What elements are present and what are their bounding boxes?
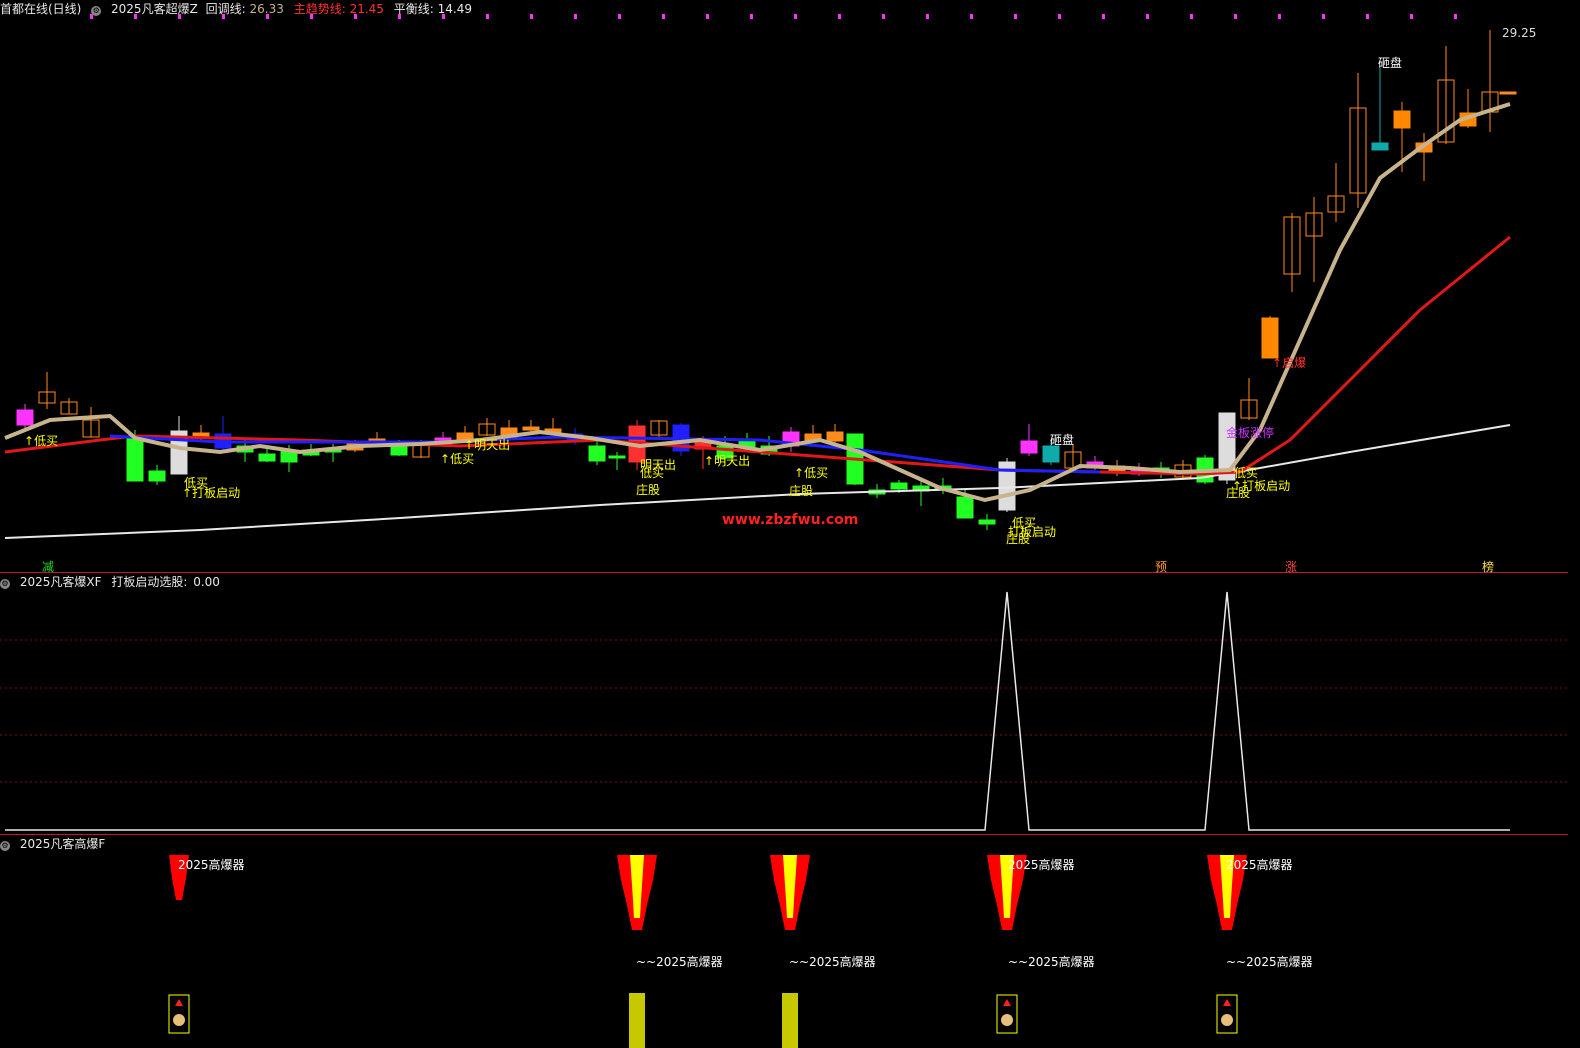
- top-tick-mark: [618, 14, 621, 19]
- signal-low-buy: ↑低买: [794, 466, 829, 480]
- high-burst-tilde-label: ~~2025高爆器: [1226, 955, 1313, 969]
- signal-launch: ↑启爆: [1272, 356, 1307, 370]
- top-tick-mark: [1410, 14, 1413, 19]
- signal-dealer: 庄股: [789, 484, 814, 498]
- top-tick-mark: [1146, 14, 1149, 19]
- candle-body: [258, 453, 276, 462]
- top-tick-mark: [926, 14, 929, 19]
- candle-body: [1042, 445, 1060, 463]
- red-arrow-icon: [1003, 999, 1011, 1006]
- yellow-bar: [629, 993, 645, 1048]
- high-burst-tilde-label: ~~2025高爆器: [636, 955, 723, 969]
- signal-sell-tomorrow: ↑明天出: [464, 438, 511, 452]
- top-tick-mark: [354, 14, 357, 19]
- candle-body: [588, 445, 606, 462]
- top-tick-mark: [574, 14, 577, 19]
- high-burst-tilde-label: ~~2025高爆器: [789, 955, 876, 969]
- top-tick-mark: [750, 14, 753, 19]
- top-tick-mark: [1102, 14, 1105, 19]
- candle-body: [956, 496, 974, 519]
- top-tick-mark: [1322, 14, 1325, 19]
- signal-dealer: 庄股: [636, 483, 661, 497]
- high-burst-tilde-label: ~~2025高爆器: [1008, 955, 1095, 969]
- signal-low-buy: 低买: [640, 466, 665, 480]
- candle-body: [1261, 317, 1279, 359]
- top-tick-mark: [706, 14, 709, 19]
- signal-dealer: 庄股: [1226, 486, 1251, 500]
- top-tick-mark: [1190, 14, 1193, 19]
- top-tick-mark: [838, 14, 841, 19]
- top-tick-mark: [266, 14, 269, 19]
- top-tick-mark: [1014, 14, 1017, 19]
- top-tick-mark: [486, 14, 489, 19]
- candle-body: [978, 519, 996, 525]
- top-tick-mark: [1058, 14, 1061, 19]
- top-tick-mark: [970, 14, 973, 19]
- red-arrow-icon: [1223, 999, 1231, 1006]
- top-tick-mark: [398, 14, 401, 19]
- money-bag-icon: [173, 1014, 185, 1026]
- high-burst-label: 2025高爆器: [178, 858, 245, 872]
- top-tick-mark: [794, 14, 797, 19]
- marker-bang: 榜: [1482, 560, 1495, 574]
- top-tick-mark: [442, 14, 445, 19]
- candle-body: [608, 455, 626, 459]
- top-tick-mark: [310, 14, 313, 19]
- top-tick-mark: [134, 14, 137, 19]
- signal-smash: 砸盘: [1050, 433, 1075, 447]
- money-bag-icon: [1001, 1014, 1013, 1026]
- candle-body: [126, 436, 144, 482]
- top-tick-mark: [222, 14, 225, 19]
- signal-low-buy: ↑低买: [24, 434, 59, 448]
- top-tick-mark: [178, 14, 181, 19]
- signal-start: ↑打板启动: [182, 486, 241, 500]
- top-tick-mark: [1234, 14, 1237, 19]
- signal-smash: 砸盘: [1378, 56, 1403, 70]
- marker-jian: 减: [42, 560, 55, 574]
- top-tick-mark: [1278, 14, 1281, 19]
- red-arrow-icon: [175, 999, 183, 1006]
- top-tick-mark: [882, 14, 885, 19]
- candle-body: [1499, 91, 1517, 95]
- signal-board: 金板涨停: [1226, 426, 1275, 440]
- signal-dealer: 庄股: [1006, 532, 1031, 546]
- candle-body: [390, 446, 408, 456]
- candle-body: [16, 409, 34, 426]
- candle-body: [890, 482, 908, 490]
- candle-body: [148, 470, 166, 482]
- candle-body: [826, 431, 844, 442]
- candle-body: [1371, 142, 1389, 151]
- candle-body: [522, 426, 540, 431]
- top-tick-mark: [1454, 14, 1457, 19]
- watermark: www.zbzfwu.com: [722, 512, 859, 528]
- yellow-bar: [782, 993, 798, 1048]
- money-bag-icon: [1221, 1014, 1233, 1026]
- signal-line: [5, 591, 1510, 831]
- candle-body: [1393, 110, 1411, 129]
- price-high-label: 29.25: [1502, 26, 1537, 40]
- top-tick-mark: [1366, 14, 1369, 19]
- high-burst-label: 2025高爆器: [1008, 858, 1075, 872]
- marker-zhang: 涨: [1285, 560, 1298, 574]
- top-tick-mark: [90, 14, 93, 19]
- high-burst-label: 2025高爆器: [1226, 858, 1293, 872]
- top-tick-mark: [530, 14, 533, 19]
- signal-sell-tomorrow: ↑明天出: [704, 454, 751, 468]
- top-tick-mark: [662, 14, 665, 19]
- marker-yu: 预: [1155, 560, 1168, 574]
- candle-body: [1020, 440, 1038, 454]
